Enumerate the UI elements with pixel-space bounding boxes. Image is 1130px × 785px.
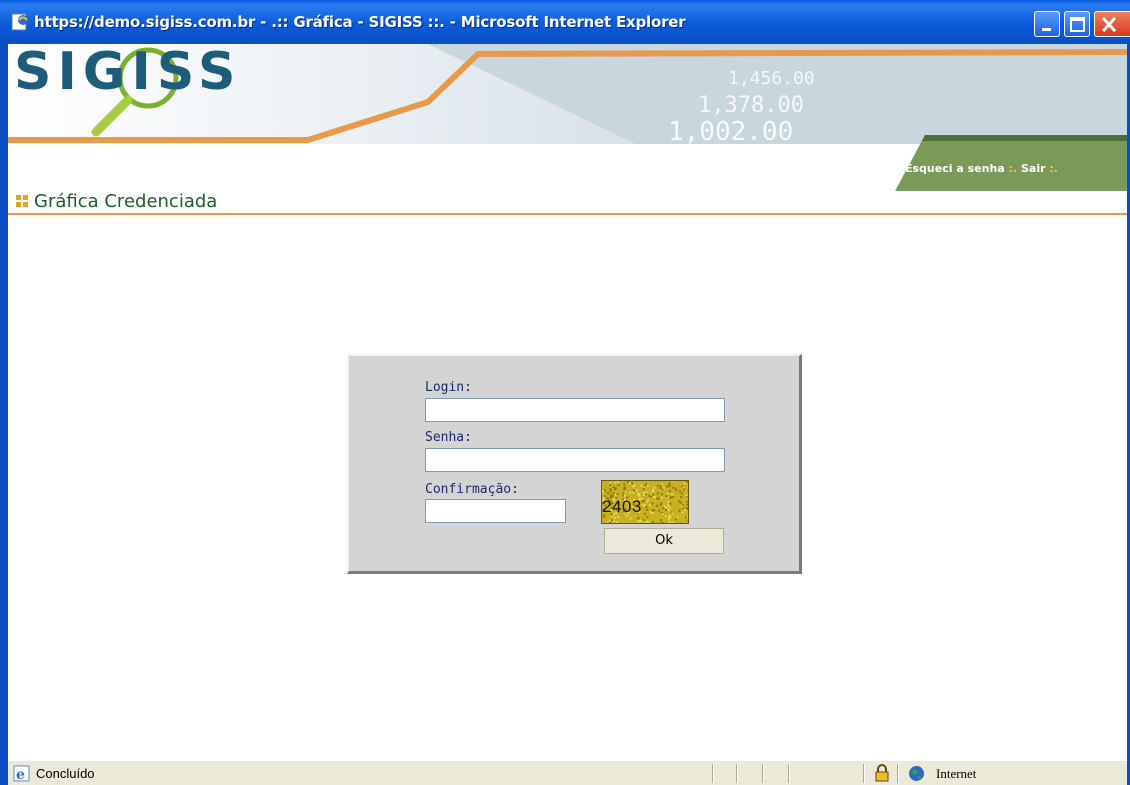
captcha-text: 2403 [602, 497, 642, 516]
window-frame-left [0, 44, 8, 785]
status-separator [897, 764, 899, 783]
close-button[interactable] [1094, 11, 1130, 37]
svg-text:1,378.00: 1,378.00 [698, 93, 804, 118]
status-separator [788, 764, 790, 783]
links-separator-end: :. [1049, 162, 1058, 175]
security-zone-text: Internet [936, 766, 977, 781]
ie-page-icon: e [13, 765, 30, 782]
password-input[interactable] [425, 448, 725, 472]
status-separator [762, 764, 764, 783]
close-icon [1101, 16, 1117, 33]
svg-text:1,002.00: 1,002.00 [668, 117, 793, 147]
page-title-text: Gráfica Credenciada [34, 191, 218, 212]
page-title: Gráfica Credenciada [16, 191, 217, 212]
title-bullet-icon [16, 195, 28, 207]
logout-link[interactable]: Sair [1021, 162, 1046, 175]
globe-icon [909, 766, 924, 781]
login-input[interactable] [425, 398, 725, 422]
window-titlebar[interactable]: https://demo.sigiss.com.br - .:: Gráfica… [0, 0, 1130, 44]
logo-text: SIGISS [14, 42, 242, 102]
minimize-button[interactable] [1034, 11, 1060, 37]
forgot-password-link[interactable]: Esqueci a senha [905, 162, 1005, 175]
links-separator: :. [1008, 162, 1018, 175]
svg-text:e: e [16, 767, 25, 782]
lock-icon [875, 764, 889, 782]
status-bar: e Concluído Internet [8, 760, 1127, 785]
status-separator [736, 764, 738, 783]
svg-text:1,456.00: 1,456.00 [728, 68, 815, 89]
login-panel: Login: Senha: Confirmação: 2403 Ok [347, 354, 802, 574]
confirmation-label: Confirmação: [425, 482, 519, 497]
confirmation-input[interactable] [425, 499, 566, 523]
maximize-button[interactable] [1064, 11, 1090, 37]
sigiss-logo: SIGISS [14, 46, 241, 98]
login-label: Login: [425, 380, 472, 395]
minimize-icon [1042, 28, 1051, 31]
status-separator [712, 764, 714, 783]
banner-links: Esqueci a senha :. Sair :. [905, 162, 1058, 175]
status-separator [863, 764, 865, 783]
password-label: Senha: [425, 430, 472, 445]
status-text: Concluído [36, 766, 95, 781]
ie-page-icon [11, 13, 28, 31]
captcha-image: 2403 [601, 480, 689, 524]
window-title: https://demo.sigiss.com.br - .:: Gráfica… [34, 13, 686, 31]
ok-button[interactable]: Ok [604, 528, 724, 554]
maximize-icon [1070, 17, 1085, 32]
title-underline [8, 213, 1127, 215]
